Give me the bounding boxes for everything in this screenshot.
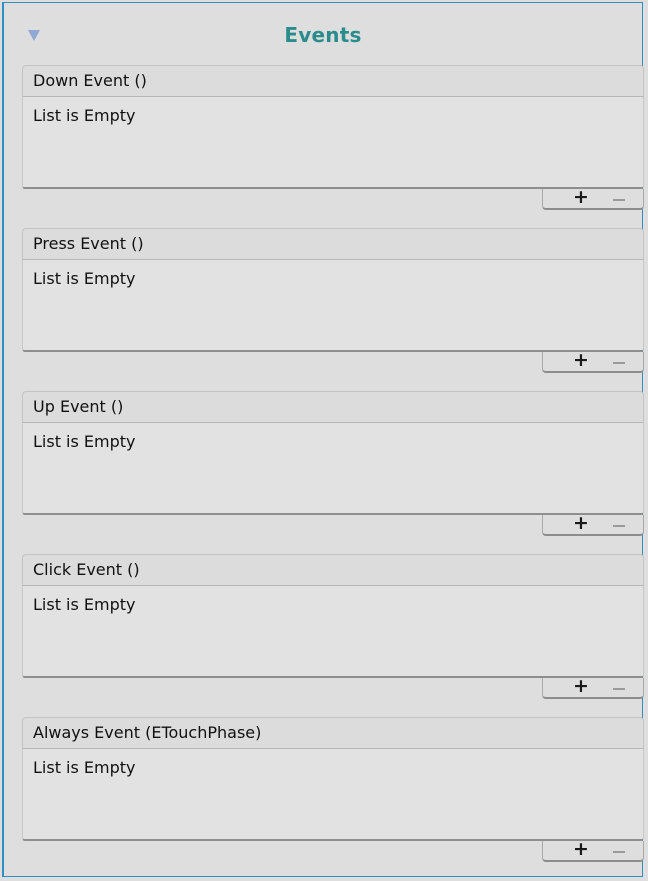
event-list-footer: + (542, 675, 644, 699)
event-title: Press Event () (22, 228, 644, 260)
event-list: List is Empty (22, 586, 644, 678)
event-list: List is Empty (22, 423, 644, 515)
event-press: Press Event () List is Empty + (22, 228, 644, 392)
remove-button[interactable] (613, 199, 625, 201)
events-title: Events (284, 23, 362, 47)
event-title: Down Event () (22, 65, 644, 97)
empty-list-text: List is Empty (33, 106, 136, 125)
events-panel: Events Down Event () List is Empty + Pre… (2, 2, 644, 877)
empty-list-text: List is Empty (33, 269, 136, 288)
event-up: Up Event () List is Empty + (22, 391, 644, 555)
event-list-footer: + (542, 512, 644, 536)
empty-list-text: List is Empty (33, 758, 136, 777)
add-button[interactable]: + (573, 348, 589, 372)
remove-button[interactable] (613, 851, 625, 853)
add-button[interactable]: + (573, 837, 589, 861)
event-title: Click Event () (22, 554, 644, 586)
empty-list-text: List is Empty (33, 432, 136, 451)
event-list-footer: + (542, 838, 644, 862)
event-list: List is Empty (22, 260, 644, 352)
add-button[interactable]: + (573, 674, 589, 698)
event-title: Up Event () (22, 391, 644, 423)
empty-list-text: List is Empty (33, 595, 136, 614)
remove-button[interactable] (613, 362, 625, 364)
remove-button[interactable] (613, 688, 625, 690)
add-button[interactable]: + (573, 511, 589, 535)
events-header[interactable]: Events (4, 3, 642, 61)
event-list: List is Empty (22, 97, 644, 189)
event-always: Always Event (ETouchPhase) List is Empty… (22, 717, 644, 881)
event-list-footer: + (542, 186, 644, 210)
event-list: List is Empty (22, 749, 644, 841)
event-list-footer: + (542, 349, 644, 373)
event-title: Always Event (ETouchPhase) (22, 717, 644, 749)
add-button[interactable]: + (573, 185, 589, 209)
event-click: Click Event () List is Empty + (22, 554, 644, 718)
event-down: Down Event () List is Empty + (22, 65, 644, 229)
remove-button[interactable] (613, 525, 625, 527)
